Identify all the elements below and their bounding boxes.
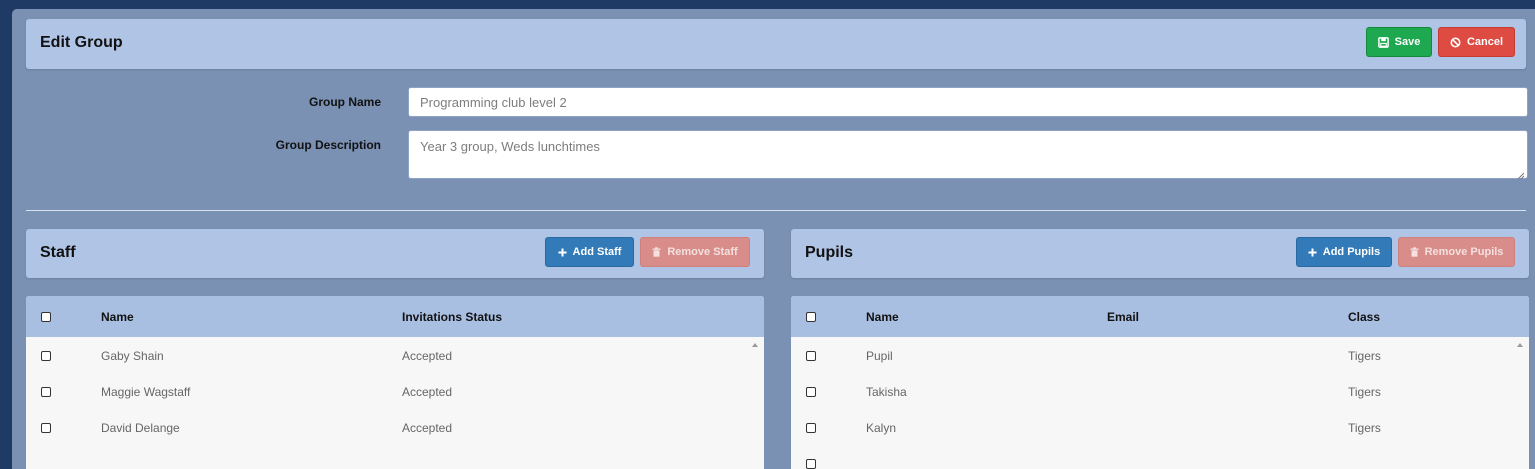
scroll-up-arrow-icon[interactable]	[752, 343, 758, 347]
remove-staff-label: Remove Staff	[667, 246, 738, 258]
staff-table-header: Name Invitations Status	[26, 296, 764, 337]
staff-table: Name Invitations Status Gaby Shain Accep…	[26, 296, 764, 469]
remove-pupils-button[interactable]: Remove Pupils	[1398, 237, 1515, 267]
row-checkbox[interactable]	[806, 459, 816, 469]
staff-col-name: Name	[101, 310, 134, 324]
table-row[interactable]	[791, 445, 1529, 469]
group-description-value: Year 3 group, Weds lunchtimes	[420, 139, 600, 154]
plus-icon	[1308, 247, 1317, 257]
table-row[interactable]: David Delange Accepted	[26, 409, 764, 445]
pupils-panel-header: Pupils Add Pupils Remove Pupils	[791, 229, 1529, 278]
save-button[interactable]: Save	[1366, 27, 1432, 57]
ban-icon	[1450, 37, 1461, 48]
edit-group-header: Edit Group Save Cancel	[26, 19, 1526, 69]
staff-table-scrollbar[interactable]	[750, 337, 764, 469]
row-checkbox[interactable]	[41, 351, 51, 361]
staff-name: Maggie Wagstaff	[101, 385, 191, 399]
pupil-name: Pupil	[866, 349, 893, 363]
pupil-name: Kalyn	[866, 421, 897, 435]
pupils-col-class: Class	[1348, 310, 1381, 324]
staff-status: Accepted	[402, 385, 453, 399]
staff-name: Gaby Shain	[101, 349, 164, 363]
row-checkbox[interactable]	[41, 423, 51, 433]
pupils-table-header: Name Email Class	[791, 296, 1529, 337]
add-staff-label: Add Staff	[572, 246, 622, 258]
staff-status: Accepted	[402, 349, 453, 363]
pupil-class: Tigers	[1348, 349, 1381, 363]
section-divider	[26, 210, 1526, 211]
row-checkbox[interactable]	[806, 387, 816, 397]
group-description-label: Group Description	[275, 138, 381, 152]
staff-title: Staff	[40, 244, 76, 261]
pupil-class: Tigers	[1348, 421, 1381, 435]
table-row[interactable]: Gaby Shain Accepted	[26, 337, 764, 373]
save-button-label: Save	[1394, 36, 1421, 48]
trash-icon	[652, 247, 661, 257]
row-checkbox[interactable]	[806, 423, 816, 433]
cancel-button-label: Cancel	[1466, 36, 1504, 48]
table-row[interactable]: Takisha Tigers	[791, 373, 1529, 409]
remove-pupils-label: Remove Pupils	[1424, 246, 1504, 258]
pupils-col-name: Name	[866, 310, 899, 324]
staff-name: David Delange	[101, 421, 180, 435]
trash-icon	[1410, 247, 1419, 257]
pupils-table: Name Email Class Pupil Tigers Takisha Ti…	[791, 296, 1529, 469]
remove-staff-button[interactable]: Remove Staff	[640, 237, 750, 267]
cancel-button[interactable]: Cancel	[1438, 27, 1515, 57]
group-description-textarea[interactable]: Year 3 group, Weds lunchtimes	[408, 130, 1528, 180]
floppy-disk-icon	[1377, 36, 1389, 48]
table-row[interactable]: Maggie Wagstaff Accepted	[26, 373, 764, 409]
add-pupils-label: Add Pupils	[1322, 246, 1381, 258]
main-content: Edit Group Save Cancel Group Name Progra…	[12, 9, 1535, 469]
select-all-staff-checkbox[interactable]	[41, 312, 51, 322]
scroll-up-arrow-icon[interactable]	[1517, 343, 1523, 347]
pupil-class: Tigers	[1348, 385, 1381, 399]
group-name-input[interactable]: Programming club level 2	[408, 87, 1528, 117]
resize-handle-icon[interactable]	[1517, 168, 1525, 180]
pupils-title: Pupils	[805, 244, 854, 261]
pupil-name: Takisha	[866, 385, 907, 399]
row-checkbox[interactable]	[41, 387, 51, 397]
page-title: Edit Group	[40, 34, 123, 51]
add-staff-button[interactable]: Add Staff	[545, 237, 634, 267]
row-checkbox[interactable]	[806, 351, 816, 361]
table-row[interactable]: Kalyn Tigers	[791, 409, 1529, 445]
pupils-col-email: Email	[1107, 310, 1140, 324]
table-row[interactable]: Pupil Tigers	[791, 337, 1529, 373]
staff-panel-header: Staff Add Staff Remove Staff	[26, 229, 764, 278]
staff-status: Accepted	[402, 421, 453, 435]
select-all-pupils-checkbox[interactable]	[806, 312, 816, 322]
pupils-table-scrollbar[interactable]	[1515, 337, 1529, 469]
add-pupils-button[interactable]: Add Pupils	[1296, 237, 1392, 267]
staff-col-invitations-status: Invitations Status	[402, 310, 503, 324]
plus-icon	[557, 247, 567, 257]
group-name-label: Group Name	[308, 95, 381, 109]
